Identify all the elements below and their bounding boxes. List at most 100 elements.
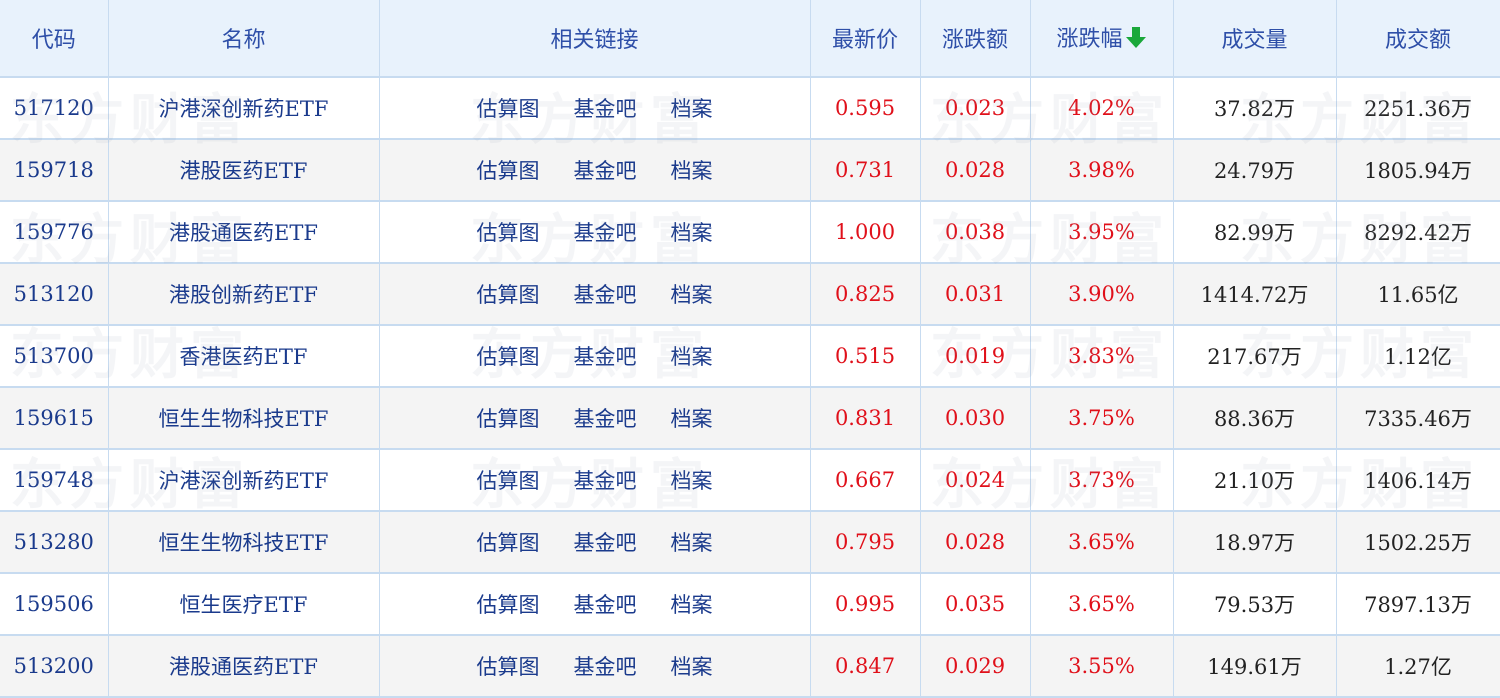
change-pct-cell: 3.65%: [1030, 511, 1174, 574]
header-price[interactable]: 最新价: [810, 0, 921, 78]
fund-forum-link[interactable]: 基金吧: [574, 221, 637, 245]
change-cell: 0.028: [920, 511, 1031, 574]
price-cell: 0.995: [810, 573, 921, 636]
archive-link[interactable]: 档案: [671, 159, 713, 183]
price-cell: 0.847: [810, 635, 921, 698]
name-link[interactable]: 沪港深创新药ETF: [108, 449, 380, 512]
archive-link[interactable]: 档案: [671, 593, 713, 617]
name-link[interactable]: 港股通医药ETF: [108, 201, 380, 264]
links-cell: 估算图 基金吧 档案: [379, 263, 811, 326]
change-pct-cell: 3.90%: [1030, 263, 1174, 326]
links-cell: 估算图 基金吧 档案: [379, 449, 811, 512]
code-link[interactable]: 159776: [0, 201, 109, 264]
links-cell: 估算图 基金吧 档案: [379, 139, 811, 202]
code-link[interactable]: 159615: [0, 387, 109, 450]
name-link[interactable]: 港股创新药ETF: [108, 263, 380, 326]
links-cell: 估算图 基金吧 档案: [379, 201, 811, 264]
code-link[interactable]: 517120: [0, 77, 109, 140]
name-link[interactable]: 沪港深创新药ETF: [108, 77, 380, 140]
header-change-pct[interactable]: 涨跌幅: [1030, 0, 1174, 78]
code-link[interactable]: 513700: [0, 325, 109, 388]
name-link[interactable]: 恒生生物科技ETF: [108, 387, 380, 450]
code-link[interactable]: 513120: [0, 263, 109, 326]
estimate-chart-link[interactable]: 估算图: [477, 407, 540, 431]
change-pct-cell: 3.73%: [1030, 449, 1174, 512]
estimate-chart-link[interactable]: 估算图: [477, 655, 540, 679]
table-body: 517120 沪港深创新药ETF 估算图 基金吧 档案 0.595 0.023 4.02% 37…: [0, 77, 1500, 698]
price-cell: 1.000: [810, 201, 921, 264]
change-cell: 0.023: [920, 77, 1031, 140]
header-links: 相关链接: [379, 0, 811, 78]
volume-cell: 1414.72万: [1173, 263, 1337, 326]
fund-forum-link[interactable]: 基金吧: [574, 345, 637, 369]
code-link[interactable]: 513200: [0, 635, 109, 698]
sort-down-arrow-icon[interactable]: [1125, 25, 1147, 55]
price-cell: 0.795: [810, 511, 921, 574]
header-change-pct-label: 涨跌幅: [1056, 27, 1123, 52]
estimate-chart-link[interactable]: 估算图: [477, 97, 540, 121]
code-link[interactable]: 513280: [0, 511, 109, 574]
header-code[interactable]: 代码: [0, 0, 109, 78]
amount-cell: 11.65亿: [1336, 263, 1500, 326]
amount-cell: 7897.13万: [1336, 573, 1500, 636]
name-link[interactable]: 恒生生物科技ETF: [108, 511, 380, 574]
fund-forum-link[interactable]: 基金吧: [574, 593, 637, 617]
volume-cell: 82.99万: [1173, 201, 1337, 264]
name-link[interactable]: 港股通医药ETF: [108, 635, 380, 698]
archive-link[interactable]: 档案: [671, 655, 713, 679]
header-volume[interactable]: 成交量: [1173, 0, 1337, 78]
archive-link[interactable]: 档案: [671, 283, 713, 307]
archive-link[interactable]: 档案: [671, 345, 713, 369]
code-link[interactable]: 159718: [0, 139, 109, 202]
price-cell: 0.825: [810, 263, 921, 326]
header-amount[interactable]: 成交额: [1336, 0, 1500, 78]
header-change[interactable]: 涨跌额: [920, 0, 1031, 78]
volume-cell: 37.82万: [1173, 77, 1337, 140]
links-cell: 估算图 基金吧 档案: [379, 77, 811, 140]
fund-forum-link[interactable]: 基金吧: [574, 531, 637, 555]
fund-forum-link[interactable]: 基金吧: [574, 97, 637, 121]
fund-forum-link[interactable]: 基金吧: [574, 283, 637, 307]
fund-forum-link[interactable]: 基金吧: [574, 469, 637, 493]
estimate-chart-link[interactable]: 估算图: [477, 469, 540, 493]
archive-link[interactable]: 档案: [671, 221, 713, 245]
estimate-chart-link[interactable]: 估算图: [477, 593, 540, 617]
estimate-chart-link[interactable]: 估算图: [477, 283, 540, 307]
archive-link[interactable]: 档案: [671, 407, 713, 431]
change-cell: 0.028: [920, 139, 1031, 202]
change-cell: 0.029: [920, 635, 1031, 698]
estimate-chart-link[interactable]: 估算图: [477, 345, 540, 369]
estimate-chart-link[interactable]: 估算图: [477, 221, 540, 245]
table-row: 159748 沪港深创新药ETF 估算图 基金吧 档案 0.667 0.024 3.73% 21…: [0, 449, 1500, 512]
name-link[interactable]: 恒生医疗ETF: [108, 573, 380, 636]
change-pct-cell: 3.65%: [1030, 573, 1174, 636]
change-cell: 0.024: [920, 449, 1031, 512]
estimate-chart-link[interactable]: 估算图: [477, 159, 540, 183]
estimate-chart-link[interactable]: 估算图: [477, 531, 540, 555]
table-row: 159615 恒生生物科技ETF 估算图 基金吧 档案 0.831 0.030 3.75% 88…: [0, 387, 1500, 450]
name-link[interactable]: 香港医药ETF: [108, 325, 380, 388]
volume-cell: 149.61万: [1173, 635, 1337, 698]
change-cell: 0.031: [920, 263, 1031, 326]
fund-forum-link[interactable]: 基金吧: [574, 655, 637, 679]
archive-link[interactable]: 档案: [671, 97, 713, 121]
code-link[interactable]: 159506: [0, 573, 109, 636]
price-cell: 0.595: [810, 77, 921, 140]
fund-forum-link[interactable]: 基金吧: [574, 407, 637, 431]
links-cell: 估算图 基金吧 档案: [379, 325, 811, 388]
table-row: 517120 沪港深创新药ETF 估算图 基金吧 档案 0.595 0.023 4.02% 37…: [0, 77, 1500, 140]
archive-link[interactable]: 档案: [671, 469, 713, 493]
price-cell: 0.667: [810, 449, 921, 512]
price-cell: 0.515: [810, 325, 921, 388]
links-cell: 估算图 基金吧 档案: [379, 387, 811, 450]
volume-cell: 24.79万: [1173, 139, 1337, 202]
code-link[interactable]: 159748: [0, 449, 109, 512]
volume-cell: 79.53万: [1173, 573, 1337, 636]
fund-forum-link[interactable]: 基金吧: [574, 159, 637, 183]
table-header-row: 代码 名称 相关链接 最新价 涨跌额 涨跌幅 成交量 成交额: [0, 0, 1500, 78]
links-cell: 估算图 基金吧 档案: [379, 511, 811, 574]
archive-link[interactable]: 档案: [671, 531, 713, 555]
amount-cell: 8292.42万: [1336, 201, 1500, 264]
name-link[interactable]: 港股医药ETF: [108, 139, 380, 202]
links-cell: 估算图 基金吧 档案: [379, 635, 811, 698]
